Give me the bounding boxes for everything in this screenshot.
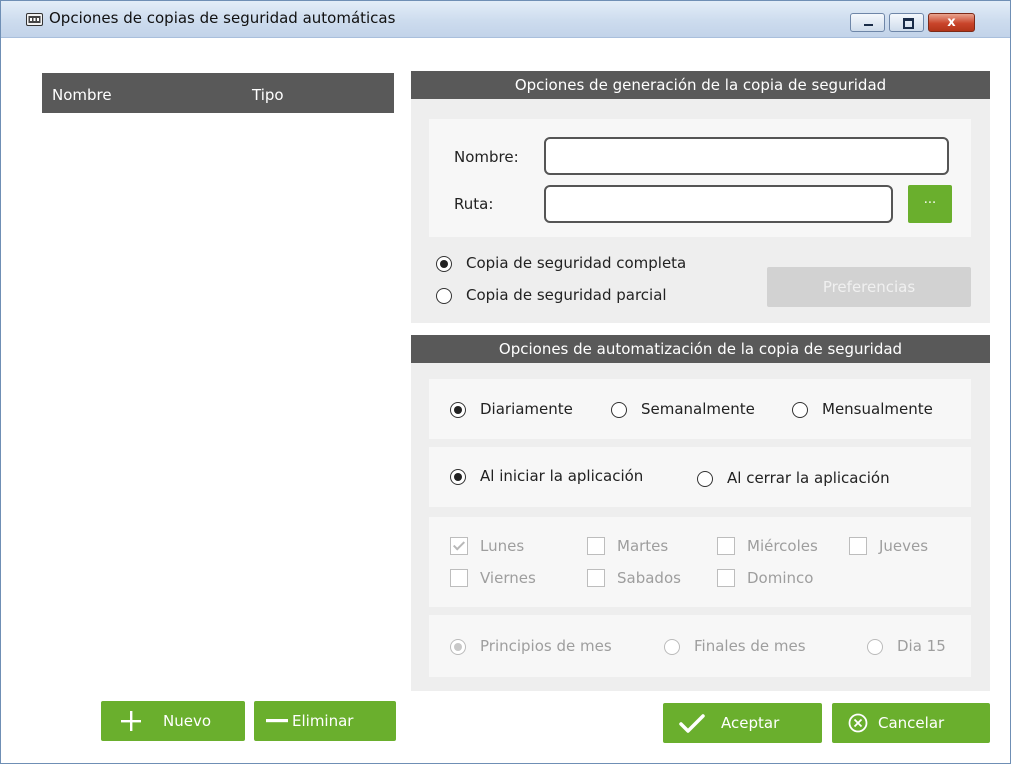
delete-button[interactable]: Eliminar bbox=[254, 701, 396, 741]
trigger-on-close-label[interactable]: Al cerrar la aplicación bbox=[727, 469, 890, 487]
checkbox-viernes[interactable] bbox=[450, 569, 468, 587]
close-button[interactable]: x bbox=[928, 13, 975, 32]
day-jueves-label: Jueves bbox=[879, 537, 929, 555]
frequency-group: Diariamente Semanalmente Mensualmente bbox=[429, 379, 971, 439]
browse-path-button[interactable]: ... bbox=[908, 185, 952, 223]
minus-icon bbox=[266, 719, 288, 723]
trigger-on-start-label[interactable]: Al iniciar la aplicación bbox=[480, 467, 643, 485]
accept-button-label: Aceptar bbox=[721, 714, 780, 732]
path-label: Ruta: bbox=[454, 195, 494, 213]
trigger-group: Al iniciar la aplicación Al cerrar la ap… bbox=[429, 447, 971, 507]
radio-end-of-month-icon[interactable] bbox=[664, 639, 680, 655]
radio-start-of-month-icon[interactable] bbox=[450, 639, 466, 655]
window-title: Opciones de copias de seguridad automáti… bbox=[49, 9, 396, 27]
frequency-weekly-label[interactable]: Semanalmente bbox=[641, 400, 755, 418]
name-path-group: Nombre: Ruta: bbox=[429, 119, 971, 237]
path-input[interactable] bbox=[544, 185, 893, 223]
radio-partial-icon[interactable] bbox=[436, 288, 452, 304]
radio-complete-icon[interactable] bbox=[436, 256, 452, 272]
maximize-button[interactable] bbox=[889, 13, 924, 32]
column-header-nombre[interactable]: Nombre bbox=[52, 86, 112, 104]
day-dominco-label: Dominco bbox=[747, 569, 814, 587]
new-button[interactable]: Nuevo bbox=[101, 701, 245, 741]
cancel-circle-icon bbox=[848, 713, 868, 733]
day-miercoles-label: Miércoles bbox=[747, 537, 818, 555]
automation-panel-title: Opciones de automatización de la copia d… bbox=[411, 335, 990, 363]
day-sabados-label: Sabados bbox=[617, 569, 681, 587]
month-options-group: Principios de mes Finales de mes Dia 15 bbox=[429, 615, 971, 677]
frequency-daily-label[interactable]: Diariamente bbox=[480, 400, 573, 418]
generation-panel-title: Opciones de generación de la copia de se… bbox=[411, 71, 990, 99]
column-header-tipo[interactable]: Tipo bbox=[252, 86, 284, 104]
radio-daily-icon[interactable] bbox=[450, 402, 466, 418]
title-bar[interactable]: Opciones de copias de seguridad automáti… bbox=[1, 1, 1010, 38]
plus-icon bbox=[121, 711, 141, 731]
backup-options-window: Opciones de copias de seguridad automáti… bbox=[0, 0, 1011, 764]
month-end-label: Finales de mes bbox=[694, 637, 806, 655]
cancel-button-label: Cancelar bbox=[878, 714, 945, 732]
radio-day-15-icon[interactable] bbox=[867, 639, 883, 655]
close-icon: x bbox=[947, 15, 956, 30]
month-start-label: Principios de mes bbox=[480, 637, 612, 655]
checkmark-icon bbox=[679, 714, 705, 733]
radio-monthly-icon[interactable] bbox=[792, 402, 808, 418]
checkbox-dominco[interactable] bbox=[717, 569, 735, 587]
checkbox-sabados[interactable] bbox=[587, 569, 605, 587]
name-input[interactable] bbox=[544, 137, 949, 175]
day-lunes-label: Lunes bbox=[480, 537, 525, 555]
day-viernes-label: Viernes bbox=[480, 569, 536, 587]
day-15-label: Dia 15 bbox=[897, 637, 946, 655]
backup-app-icon bbox=[26, 13, 43, 26]
frequency-monthly-label[interactable]: Mensualmente bbox=[822, 400, 933, 418]
accept-button[interactable]: Aceptar bbox=[663, 703, 822, 743]
checkbox-miercoles[interactable] bbox=[717, 537, 735, 555]
generation-panel: Nombre: Ruta: ... Copia de seguridad com… bbox=[411, 99, 990, 323]
preferences-button[interactable]: Preferencias bbox=[767, 267, 971, 307]
new-button-label: Nuevo bbox=[163, 712, 212, 730]
checkbox-lunes[interactable] bbox=[450, 537, 468, 555]
radio-on-close-icon[interactable] bbox=[697, 471, 713, 487]
backup-type-partial-label: Copia de seguridad parcial bbox=[466, 286, 667, 304]
backup-list-header: Nombre Tipo bbox=[42, 73, 394, 113]
radio-weekly-icon[interactable] bbox=[611, 402, 627, 418]
checkbox-martes[interactable] bbox=[587, 537, 605, 555]
cancel-button[interactable]: Cancelar bbox=[832, 703, 990, 743]
backup-type-complete-label: Copia de seguridad completa bbox=[466, 254, 687, 272]
minimize-button[interactable] bbox=[850, 13, 885, 32]
weekdays-group: Lunes Martes Miércoles Jueves Viernes Sa… bbox=[429, 517, 971, 607]
checkbox-jueves[interactable] bbox=[849, 537, 867, 555]
automation-panel: Diariamente Semanalmente Mensualmente Al… bbox=[411, 363, 990, 691]
radio-on-start-icon[interactable] bbox=[450, 469, 466, 485]
name-label: Nombre: bbox=[454, 148, 519, 166]
delete-button-label: Eliminar bbox=[292, 712, 354, 730]
day-martes-label: Martes bbox=[617, 537, 669, 555]
